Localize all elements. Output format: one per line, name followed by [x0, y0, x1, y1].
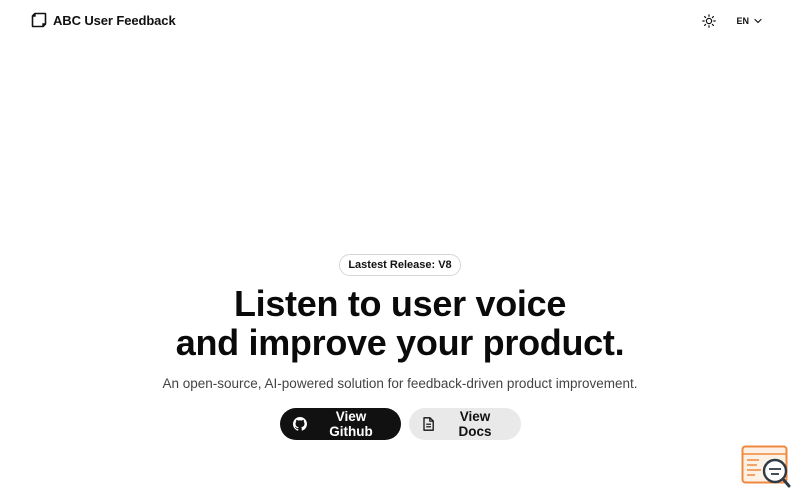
cube-logo-icon: [31, 12, 47, 28]
view-docs-button[interactable]: View Docs: [408, 408, 521, 440]
headline-line-2: and improve your product.: [175, 322, 625, 363]
cta-buttons: View Github View Docs: [0, 408, 800, 440]
header-actions: EN: [700, 12, 762, 30]
language-select[interactable]: EN: [736, 16, 762, 26]
theme-toggle-button[interactable]: [700, 12, 718, 30]
brand-link[interactable]: ABC User Feedback: [31, 12, 176, 28]
hero-section: Lastest Release: V8 Listen to user voice…: [0, 254, 800, 440]
view-github-label: View Github: [329, 409, 373, 439]
chevron-down-icon: [754, 18, 762, 24]
github-icon: [292, 417, 307, 431]
headline-line-1: Listen to user voice: [233, 283, 567, 324]
language-selected: EN: [736, 16, 749, 26]
view-docs-label: View Docs: [458, 409, 492, 439]
feedback-widget-button[interactable]: [741, 445, 791, 489]
brand-name: ABC User Feedback: [53, 12, 176, 28]
document-icon: [422, 417, 434, 431]
site-header: ABC User Feedback EN: [0, 0, 800, 42]
hero-headline: Listen to user voice and improve your pr…: [0, 284, 800, 362]
view-github-button[interactable]: View Github: [279, 408, 401, 440]
search-console-icon: [741, 445, 791, 488]
hero-subtitle: An open-source, AI-powered solution for …: [162, 376, 638, 391]
release-badge[interactable]: Lastest Release: V8: [339, 254, 461, 276]
landing-page: ABC User Feedback EN Lastest Release: V8…: [0, 0, 800, 500]
sun-icon: [702, 14, 717, 28]
